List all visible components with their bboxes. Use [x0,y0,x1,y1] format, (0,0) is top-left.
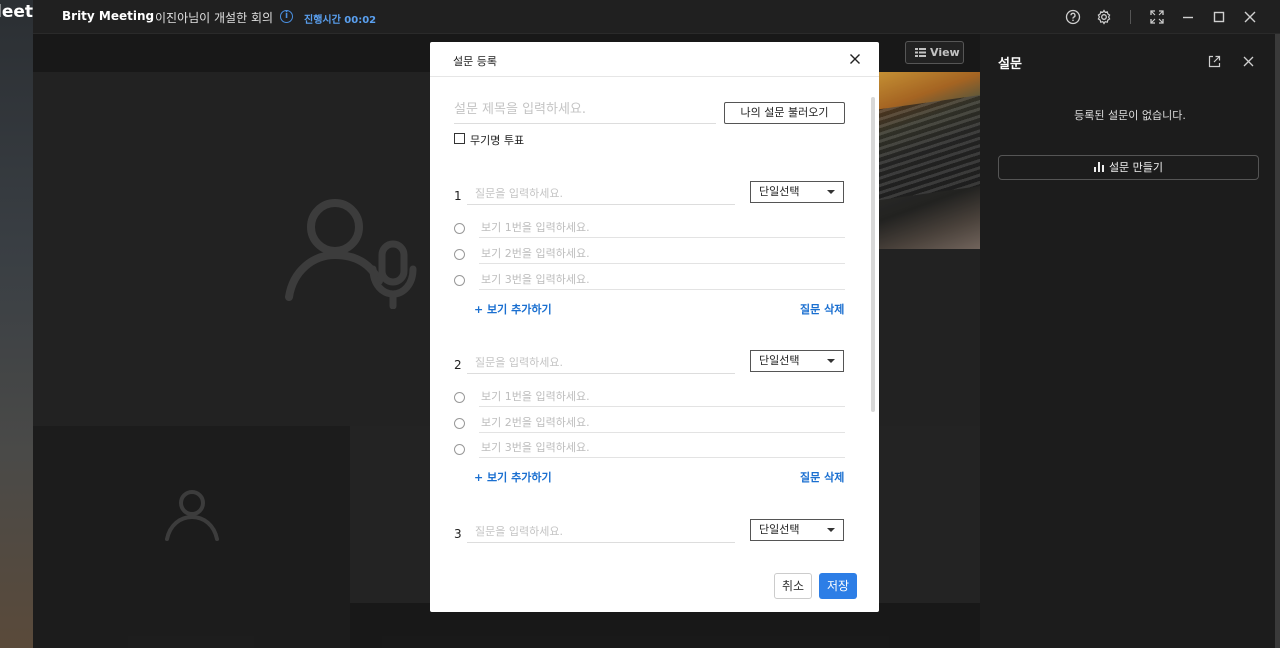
title-bar: Brity Meeting 이진아님이 개설한 회의 i 진행시간 00:02 [33,0,1280,34]
question-type-value: 단일선택 [759,523,800,536]
question-number: 3 [454,527,462,541]
desktop-window-title: leet [0,2,33,22]
dialog-title: 설문 등록 [453,55,497,68]
anonymous-vote-checkbox[interactable] [454,133,465,144]
option-input[interactable]: 보기 3번을 입력하세요. [479,272,845,290]
load-my-survey-button[interactable]: 나의 설문 불러오기 [724,102,845,124]
info-icon[interactable]: i [280,10,293,23]
app-name: Brity Meeting [62,9,155,23]
dialog-close-icon[interactable] [848,52,862,66]
dialog-header: 설문 등록 [430,42,879,77]
panel-close-icon[interactable] [1241,54,1256,69]
question-input[interactable]: 질문을 입력하세요. [467,523,735,543]
question-input[interactable]: 질문을 입력하세요. [467,185,735,205]
close-icon[interactable] [1241,8,1259,26]
option-input[interactable]: 보기 1번을 입력하세요. [479,220,845,238]
option-radio[interactable] [454,275,465,286]
survey-panel [980,34,1280,648]
option-radio[interactable] [454,223,465,234]
panel-title: 설문 [998,57,1022,72]
popout-icon[interactable] [1207,54,1222,69]
option-input[interactable]: 보기 2번을 입력하세요. [479,246,845,264]
question-number: 1 [454,189,462,203]
option-input[interactable]: 보기 3번을 입력하세요. [479,440,845,458]
option-radio[interactable] [454,249,465,260]
desktop-right-edge [1275,34,1280,648]
question-type-value: 단일선택 [759,354,800,367]
create-survey-label: 설문 만들기 [1108,161,1164,174]
titlebar-separator [1130,10,1131,24]
desktop-background [0,0,33,648]
survey-register-dialog: 설문 등록 설문 제목을 입력하세요. 나의 설문 불러오기 무기명 투표 1 … [430,42,879,612]
survey-title-input[interactable]: 설문 제목을 입력하세요. [454,100,716,124]
chevron-down-icon [827,190,835,194]
help-icon[interactable] [1064,8,1082,26]
fullscreen-icon[interactable] [1148,8,1166,26]
question-type-select[interactable]: 단일선택 [750,519,844,541]
option-radio[interactable] [454,418,465,429]
option-radio[interactable] [454,444,465,455]
chevron-down-icon [827,359,835,363]
meeting-title: 이진아님이 개설한 회의 [155,11,274,25]
delete-question-button[interactable]: 질문 삭제 [800,469,844,485]
dialog-scrollbar[interactable] [871,97,875,412]
question-number: 2 [454,358,462,372]
minimize-icon[interactable] [1179,8,1197,26]
anonymous-vote-label: 무기명 투표 [470,134,525,147]
question-type-value: 단일선택 [759,185,800,198]
add-option-button[interactable]: + 보기 추가하기 [474,469,552,485]
option-input[interactable]: 보기 1번을 입력하세요. [479,389,845,407]
bar-chart-icon [1093,162,1104,172]
question-type-select[interactable]: 단일선택 [750,350,844,372]
save-button[interactable]: 저장 [819,573,857,599]
add-option-button[interactable]: + 보기 추가하기 [474,301,552,317]
question-type-select[interactable]: 단일선택 [750,181,844,203]
empty-survey-message: 등록된 설문이 없습니다. [1074,109,1186,122]
question-input[interactable]: 질문을 입력하세요. [467,354,735,374]
create-survey-button[interactable]: 설문 만들기 [998,155,1259,180]
settings-icon[interactable] [1095,8,1113,26]
option-radio[interactable] [454,392,465,403]
delete-question-button[interactable]: 질문 삭제 [800,301,844,317]
chevron-down-icon [827,528,835,532]
maximize-icon[interactable] [1210,8,1228,26]
elapsed-time: 진행시간 00:02 [304,15,377,26]
option-input[interactable]: 보기 2번을 입력하세요. [479,415,845,433]
cancel-button[interactable]: 취소 [774,573,812,599]
